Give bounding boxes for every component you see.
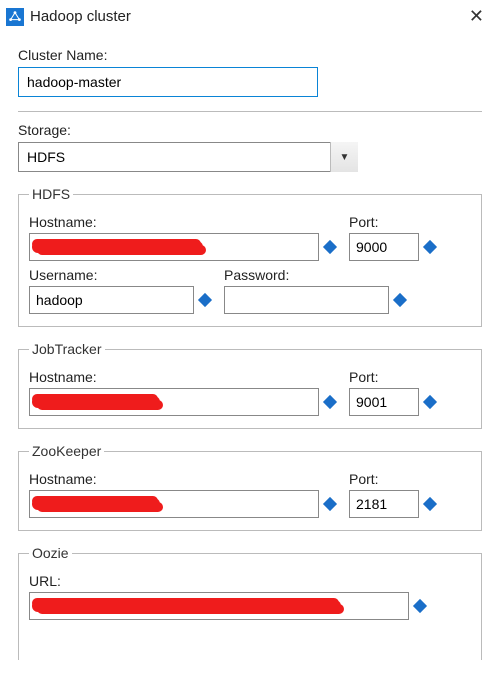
storage-select[interactable]: ▼ bbox=[18, 142, 358, 172]
zookeeper-hostname-label: Hostname: bbox=[29, 471, 335, 487]
dialog-title: Hadoop cluster bbox=[30, 8, 457, 25]
jobtracker-port-label: Port: bbox=[349, 369, 435, 385]
cluster-name-label: Cluster Name: bbox=[18, 47, 482, 63]
divider bbox=[18, 111, 482, 112]
chevron-down-icon[interactable]: ▼ bbox=[330, 142, 358, 172]
link-diamond-icon[interactable] bbox=[323, 240, 337, 254]
hdfs-legend: HDFS bbox=[29, 186, 73, 202]
storage-label: Storage: bbox=[18, 122, 482, 138]
hdfs-group: HDFS Hostname: Port: Username: bbox=[18, 186, 482, 327]
titlebar: Hadoop cluster ✕ bbox=[0, 0, 500, 31]
zookeeper-port-label: Port: bbox=[349, 471, 435, 487]
link-diamond-icon[interactable] bbox=[323, 497, 337, 511]
oozie-url-label: URL: bbox=[29, 573, 471, 589]
hdfs-username-input[interactable] bbox=[29, 286, 194, 314]
cluster-name-input[interactable] bbox=[18, 67, 318, 97]
link-diamond-icon[interactable] bbox=[413, 599, 427, 613]
link-diamond-icon[interactable] bbox=[198, 293, 212, 307]
link-diamond-icon[interactable] bbox=[393, 293, 407, 307]
hdfs-port-input[interactable] bbox=[349, 233, 419, 261]
link-diamond-icon[interactable] bbox=[323, 395, 337, 409]
jobtracker-hostname-label: Hostname: bbox=[29, 369, 335, 385]
zookeeper-hostname-input[interactable] bbox=[29, 490, 319, 518]
jobtracker-hostname-input[interactable] bbox=[29, 388, 319, 416]
link-diamond-icon[interactable] bbox=[423, 497, 437, 511]
dialog-content: Cluster Name: Storage: ▼ HDFS Hostname: … bbox=[0, 31, 500, 660]
storage-select-value[interactable] bbox=[18, 142, 358, 172]
hadoop-cluster-icon bbox=[6, 8, 24, 26]
jobtracker-group: JobTracker Hostname: Port: bbox=[18, 341, 482, 429]
jobtracker-port-input[interactable] bbox=[349, 388, 419, 416]
hdfs-password-input[interactable] bbox=[224, 286, 389, 314]
hdfs-hostname-input[interactable] bbox=[29, 233, 319, 261]
oozie-url-input[interactable] bbox=[29, 592, 409, 620]
link-diamond-icon[interactable] bbox=[423, 240, 437, 254]
oozie-group: Oozie URL: bbox=[18, 545, 482, 660]
zookeeper-legend: ZooKeeper bbox=[29, 443, 104, 459]
hdfs-username-label: Username: bbox=[29, 267, 210, 283]
jobtracker-legend: JobTracker bbox=[29, 341, 105, 357]
hdfs-port-label: Port: bbox=[349, 214, 435, 230]
oozie-legend: Oozie bbox=[29, 545, 72, 561]
hdfs-hostname-label: Hostname: bbox=[29, 214, 335, 230]
zookeeper-group: ZooKeeper Hostname: Port: bbox=[18, 443, 482, 531]
zookeeper-port-input[interactable] bbox=[349, 490, 419, 518]
link-diamond-icon[interactable] bbox=[423, 395, 437, 409]
hdfs-password-label: Password: bbox=[224, 267, 405, 283]
close-button[interactable]: ✕ bbox=[463, 6, 490, 27]
